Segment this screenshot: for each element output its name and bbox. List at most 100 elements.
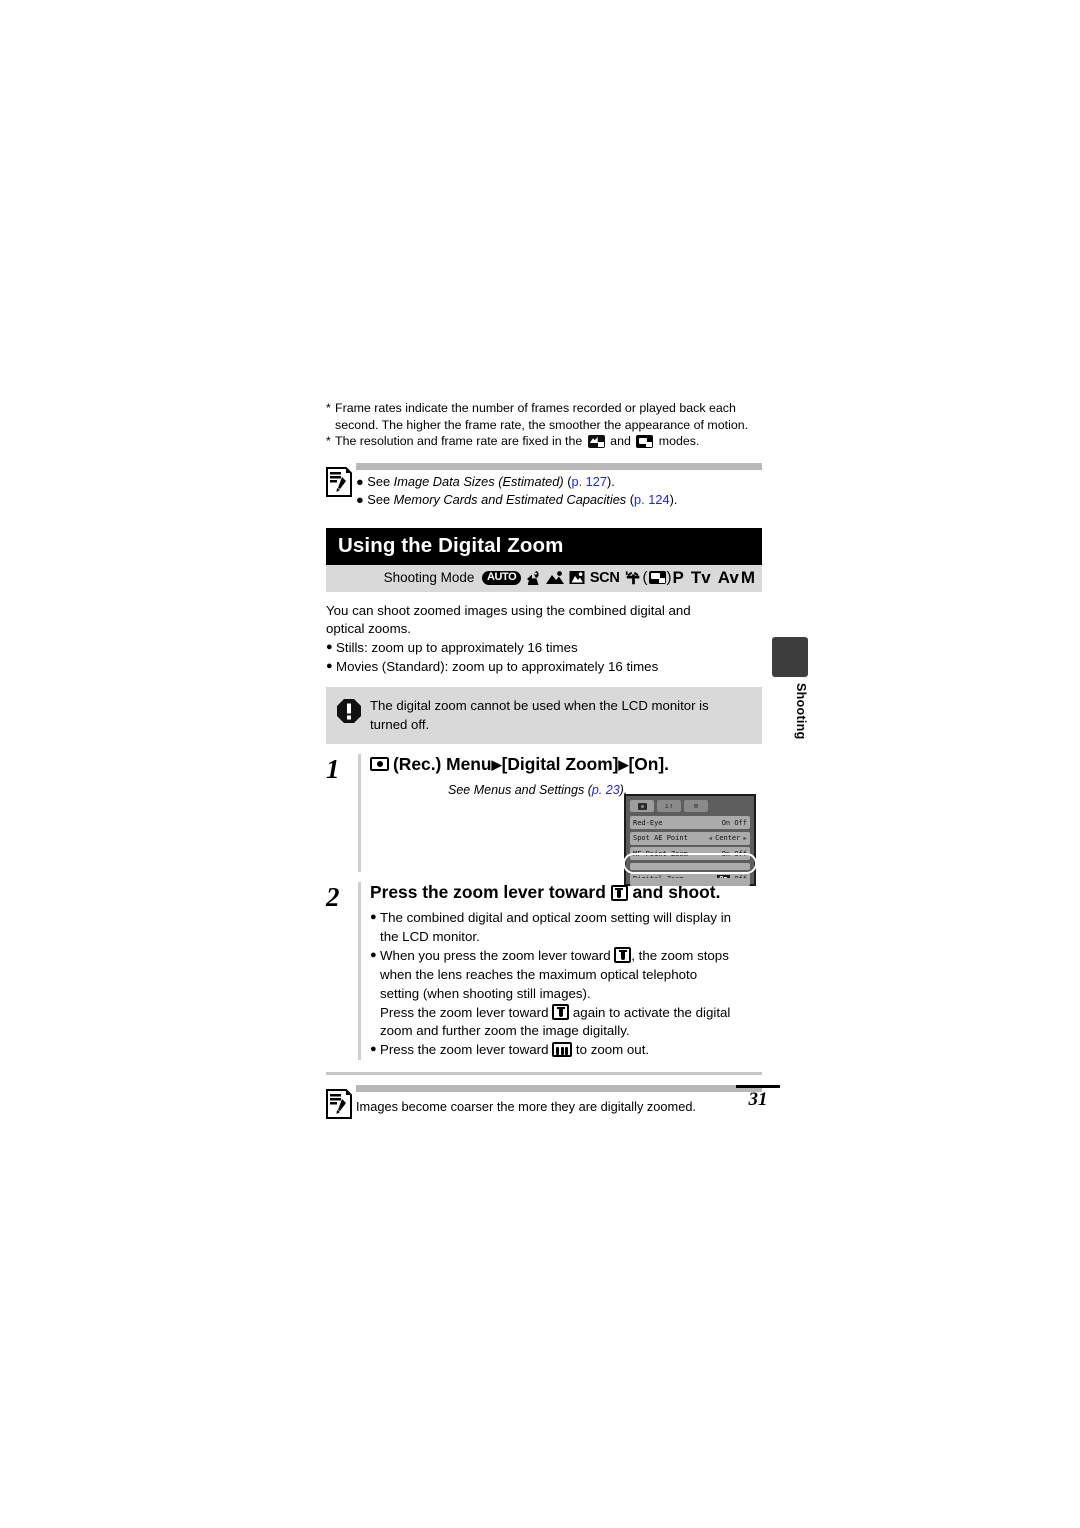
lcd-value-off[interactable]: Off [734, 819, 747, 827]
step-1-subnote-title: See Menus and Settings [448, 783, 585, 798]
warning-box: The digital zoom cannot be used when the… [326, 687, 762, 745]
lcd-value-center: Center [715, 834, 741, 843]
lcd-row-partial-below [630, 878, 750, 885]
lcd-row-label: MF-Point Zoom [633, 849, 688, 858]
side-tab-marker [772, 637, 808, 677]
lcd-row-label: Red-Eye [633, 818, 663, 827]
footnote-marker: * [326, 401, 331, 415]
intro-line-2: optical zooms. [326, 621, 411, 637]
shooting-mode-bar: Shooting Mode AUTO SCN () P Tv Av M [326, 564, 762, 592]
footnote-resolution: * The resolution and frame rate are fixe… [326, 433, 762, 450]
bottom-note-text: Images become coarser the more they are … [356, 1099, 696, 1115]
step-2-bullet-1-line-2: the LCD monitor. [380, 929, 480, 944]
step-2-bullet-2-post: , the zoom stops [631, 947, 729, 963]
landscape-mode-icon [546, 570, 565, 585]
step-1-heading: (Rec.) Menu▶[Digital Zoom]▶[On]. [370, 754, 762, 776]
page-number-block: 31 [736, 1085, 784, 1111]
lcd-row-red-eye[interactable]: Red-Eye On Off [630, 816, 750, 830]
movie-standard-mode-icon [648, 571, 666, 585]
step-2-bullet-2-pre: When you press the zoom lever toward [380, 947, 611, 963]
step-2-bullet: ● When you press the zoom lever toward ,… [370, 946, 762, 1041]
bullet-dot-icon: ● [370, 1043, 377, 1056]
lcd-value-on[interactable]: On [722, 819, 730, 827]
intro-line-1: You can shoot zoomed images using the co… [326, 602, 691, 618]
intro-bullet-text: Stills: zoom up to approximately 16 time… [336, 640, 578, 656]
note-pencil-icon [326, 463, 356, 510]
step-1-head-c: [On]. [628, 754, 670, 775]
bullet-dot-icon: ● [370, 911, 377, 924]
step-2-bullet-3-pre: Press the zoom lever toward [380, 1004, 549, 1020]
bullet-dot-icon: ● [326, 641, 333, 654]
program-mode-label: P [672, 567, 684, 587]
movie-standard-mode-icon [587, 435, 605, 448]
note-title: Image Data Sizes (Estimated) [393, 473, 564, 489]
lcd-tab-shooting[interactable] [630, 800, 654, 813]
section-divider [326, 1072, 762, 1076]
lcd-row-label: Spot AE Point [633, 834, 688, 843]
manual-page: * Frame rates indicate the number of fra… [0, 0, 1080, 1528]
manual-mode-label: M [740, 567, 755, 587]
side-tab-label: Shooting [794, 683, 808, 740]
step-number: 2 [326, 882, 340, 913]
step-1: 1 (Rec.) Menu▶[Digital Zoom]▶[On]. See M… [326, 754, 762, 887]
footnote-frame-rates: * Frame rates indicate the number of fra… [326, 400, 762, 433]
page-reference-link[interactable]: p. 124 [634, 492, 670, 507]
lcd-value-off[interactable]: Off [734, 850, 747, 858]
note-ref-close: ). [607, 473, 615, 489]
arrow-right-icon: ▶ [491, 757, 502, 773]
lcd-menu-screenshot: ı↑ ⚙ Red-Eye On Off Spot AE Point ◀ Cent… [623, 794, 757, 887]
intro-text: You can shoot zoomed images using the co… [326, 602, 762, 678]
footnote-line-1: Frame rates indicate the number of frame… [335, 401, 736, 415]
note-ref-close: ). [669, 492, 678, 508]
footnotes: * Frame rates indicate the number of fra… [326, 400, 762, 450]
step-1-head-b: [Digital Zoom] [501, 754, 619, 775]
footnote-line-2: second. The higher the frame rate, the s… [335, 417, 749, 432]
camera-icon [637, 802, 647, 810]
av-mode-label: Av [717, 567, 739, 587]
note-bullet: ● [356, 492, 364, 508]
warning-exclamation-icon [336, 696, 370, 729]
zoom-wide-icon [552, 1042, 573, 1058]
page-reference-link[interactable]: p. 127 [571, 474, 607, 489]
step-2-bullet-2-line-3: setting (when shooting still images). [380, 985, 591, 1001]
note-item: ● See Image Data Sizes (Estimated) (p. 1… [356, 473, 762, 492]
arrow-right-icon: ▶ [618, 757, 629, 773]
portrait-mode-icon [526, 570, 541, 586]
paren-open: ( [642, 569, 648, 587]
rec-camera-icon [370, 757, 389, 772]
intro-bullet: ● Movies (Standard): zoom up to approxim… [326, 658, 762, 677]
caret-right-icon[interactable]: ▶ [743, 835, 747, 842]
note-pencil-icon [326, 1085, 356, 1120]
paren-close: ) [666, 569, 672, 587]
lcd-row-partial-above [630, 862, 750, 870]
movie-mode-icon [625, 570, 642, 585]
warning-line-1: The digital zoom cannot be used when the… [370, 698, 709, 714]
step-2-bullet-4-post: to zoom out. [575, 1042, 650, 1058]
lcd-row-mf-point-zoom[interactable]: MF-Point Zoom On Off [630, 847, 750, 861]
note-see-label: See [367, 492, 391, 508]
note-bullet: ● [356, 473, 364, 489]
zoom-telephoto-icon [610, 885, 628, 902]
intro-bullet: ● Stills: zoom up to approximately 16 ti… [326, 639, 762, 658]
auto-mode-icon: AUTO [481, 570, 522, 585]
step-2-bullet-3-post: again to activate the digital [572, 1004, 731, 1020]
lcd-value-on[interactable]: On [722, 850, 730, 858]
footnote-marker: * [326, 434, 331, 448]
bottom-note-box: Images become coarser the more they are … [326, 1085, 762, 1120]
note-title: Memory Cards and Estimated Capacities [393, 492, 627, 508]
step-2: 2 Press the zoom lever toward and shoot.… [326, 882, 762, 1061]
lcd-row-spot-ae-point[interactable]: Spot AE Point ◀ Center ▶ [630, 831, 750, 845]
footnote-text-post: modes. [658, 434, 700, 448]
lcd-tab-my-camera[interactable]: ⚙ [684, 800, 708, 813]
page-reference-link[interactable]: p. 23 [592, 783, 620, 797]
zoom-telephoto-icon [614, 946, 632, 963]
intro-bullet-text: Movies (Standard): zoom up to approximat… [336, 659, 659, 675]
bullet-dot-icon: ● [326, 660, 333, 673]
page-content: * Frame rates indicate the number of fra… [326, 400, 762, 1120]
lcd-tab-setup[interactable]: ı↑ [657, 800, 681, 813]
step-2-bullet: ● Press the zoom lever toward to zoom ou… [370, 1041, 762, 1060]
section-title: Using the Digital Zoom [326, 527, 762, 565]
step-2-bullet-3-line-2: zoom and further zoom the image digitall… [380, 1023, 630, 1039]
scn-mode-label: SCN [589, 569, 620, 586]
lcd-tab-strip: ı↑ ⚙ [630, 800, 750, 813]
